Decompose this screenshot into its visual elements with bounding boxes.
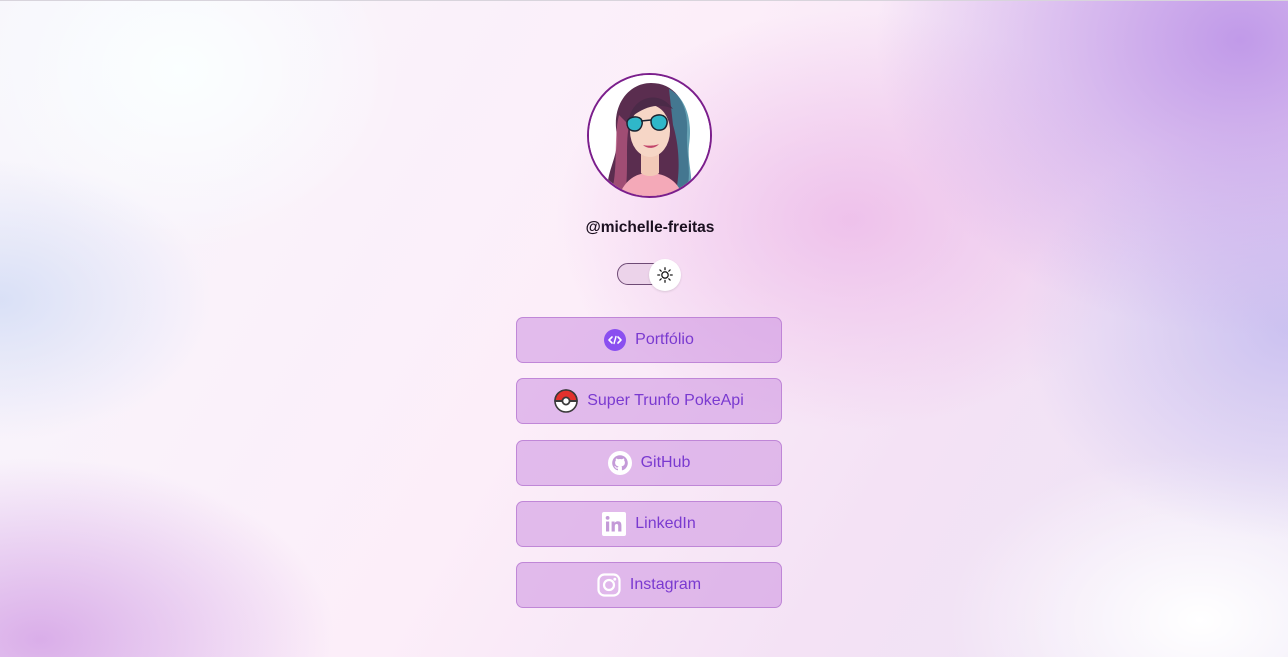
- sun-icon: [657, 267, 673, 283]
- link-button-super-trunfo[interactable]: Super Trunfo PokeApi: [516, 378, 782, 424]
- avatar-illustration-icon: [589, 75, 710, 196]
- top-border: [0, 0, 1288, 1]
- code-icon: [604, 329, 627, 351]
- theme-toggle-knob[interactable]: [649, 259, 681, 291]
- pokeball-icon: [554, 389, 579, 413]
- instagram-icon: [597, 573, 621, 597]
- github-icon: [607, 451, 632, 475]
- avatar: [587, 73, 712, 198]
- link-button-github[interactable]: GitHub: [516, 440, 782, 486]
- link-button-instagram[interactable]: Instagram: [516, 562, 782, 608]
- linkedin-icon: [602, 512, 627, 536]
- link-button-portfolio[interactable]: Portfólio: [516, 317, 782, 363]
- username: @michelle-freitas: [585, 219, 715, 236]
- link-button-linkedin[interactable]: LinkedIn: [516, 501, 782, 547]
- link-label: Instagram: [629, 576, 702, 593]
- link-label: Super Trunfo PokeApi: [587, 392, 744, 409]
- link-label: GitHub: [640, 454, 691, 471]
- link-label: LinkedIn: [635, 515, 696, 532]
- link-label: Portfólio: [635, 331, 694, 348]
